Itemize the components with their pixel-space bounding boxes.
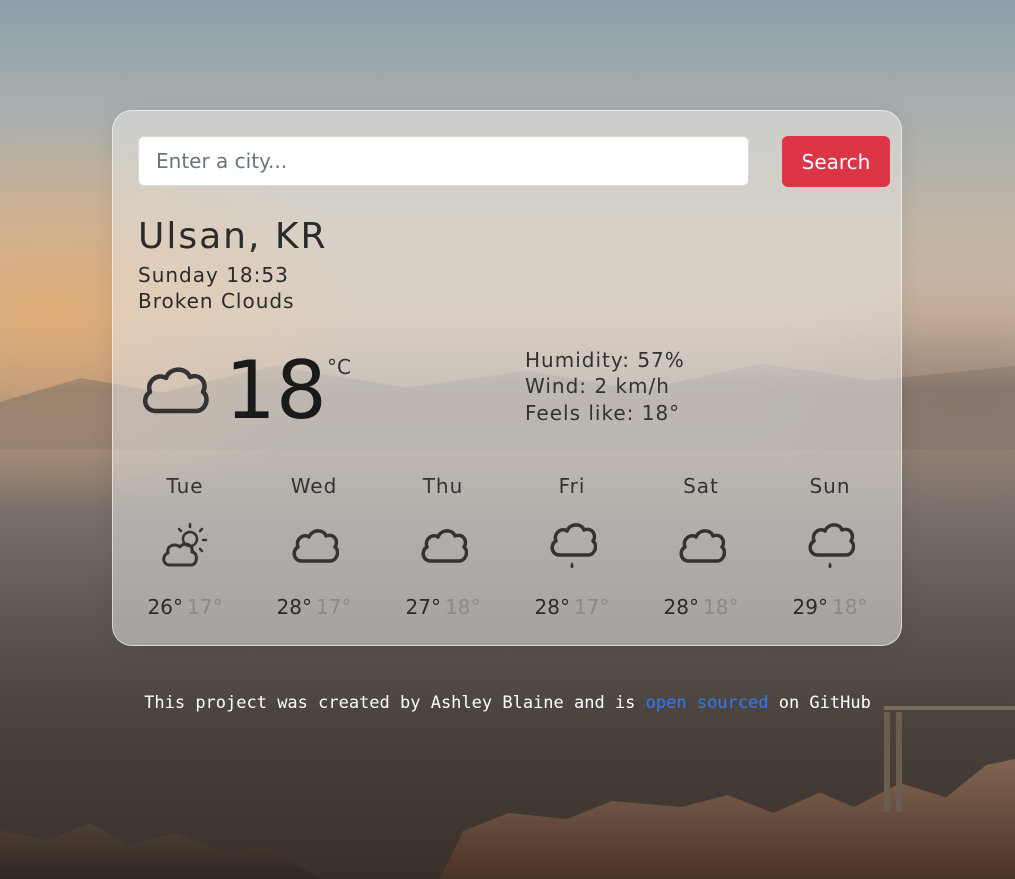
- footer-credit: This project was created by Ashley Blain…: [0, 692, 1015, 714]
- forecast-high: 28°: [534, 595, 570, 619]
- forecast-day: Thu 27° 18°: [383, 471, 503, 621]
- forecast-low: 17°: [187, 595, 223, 619]
- city-search-input[interactable]: [138, 136, 749, 186]
- forecast-day-name: Sat: [683, 474, 719, 498]
- forecast-temps: 28° 17°: [512, 594, 632, 620]
- cloud-icon: [679, 529, 726, 563]
- current-temperature: 18: [225, 344, 327, 437]
- railing-post: [896, 712, 902, 812]
- cloud-icon: [292, 529, 339, 563]
- forecast-high: 29°: [792, 595, 828, 619]
- forecast-day-name: Thu: [422, 474, 464, 498]
- forecast-temps: 26° 17°: [125, 594, 245, 620]
- temperature-unit-toggle[interactable]: °C: [327, 355, 351, 379]
- forecast-day: Sat 28° 18°: [641, 471, 761, 621]
- cloud-icon: [142, 367, 209, 414]
- feels-like-value: Feels like: 18°: [525, 401, 681, 425]
- weather-card: Search Ulsan, KR Sunday 18:53 Broken Clo…: [112, 110, 902, 646]
- forecast-day-name: Fri: [558, 474, 586, 498]
- partly-sunny-icon: [162, 522, 208, 567]
- rain-cloud-icon: [808, 523, 855, 568]
- forecast-high: 26°: [147, 595, 183, 619]
- forecast-low: 18°: [703, 595, 739, 619]
- cloud-icon: [421, 529, 468, 563]
- weather-description: Broken Clouds: [138, 289, 295, 313]
- forecast-day: Tue 26° 17°: [125, 471, 245, 621]
- rock-left: [0, 823, 320, 879]
- forecast-high: 28°: [663, 595, 699, 619]
- forecast-high: 28°: [276, 595, 312, 619]
- forecast-low: 17°: [316, 595, 352, 619]
- forecast-low: 17°: [574, 595, 610, 619]
- footer-prefix: This project was created by Ashley Blain…: [144, 693, 646, 713]
- rain-cloud-icon: [550, 523, 597, 568]
- current-datetime: Sunday 18:53: [138, 263, 289, 287]
- forecast-list: Tue 26° 17° Wed 28° 17° Thu 27° 18° Fri …: [125, 471, 901, 619]
- forecast-day-name: Tue: [166, 474, 204, 498]
- forecast-day: Sun 29° 18°: [770, 471, 890, 621]
- forecast-temps: 29° 18°: [770, 594, 890, 620]
- railing-post: [884, 712, 890, 812]
- forecast-low: 18°: [832, 595, 868, 619]
- wind-value: Wind: 2 km/h: [525, 374, 670, 398]
- forecast-temps: 27° 18°: [383, 594, 503, 620]
- forecast-day: Wed 28° 17°: [254, 471, 374, 621]
- footer-suffix: on GitHub: [768, 693, 871, 713]
- forecast-day-name: Wed: [290, 474, 338, 498]
- forecast-day: Fri 28° 17°: [512, 471, 632, 621]
- open-source-link[interactable]: open sourced: [646, 693, 769, 713]
- humidity-value: Humidity: 57%: [525, 348, 685, 372]
- cliff-right: [440, 759, 1015, 879]
- forecast-temps: 28° 18°: [641, 594, 761, 620]
- forecast-day-name: Sun: [809, 474, 851, 498]
- search-button[interactable]: Search: [782, 136, 890, 187]
- forecast-temps: 28° 17°: [254, 594, 374, 620]
- city-name: Ulsan, KR: [138, 216, 328, 257]
- forecast-low: 18°: [445, 595, 481, 619]
- forecast-high: 27°: [405, 595, 441, 619]
